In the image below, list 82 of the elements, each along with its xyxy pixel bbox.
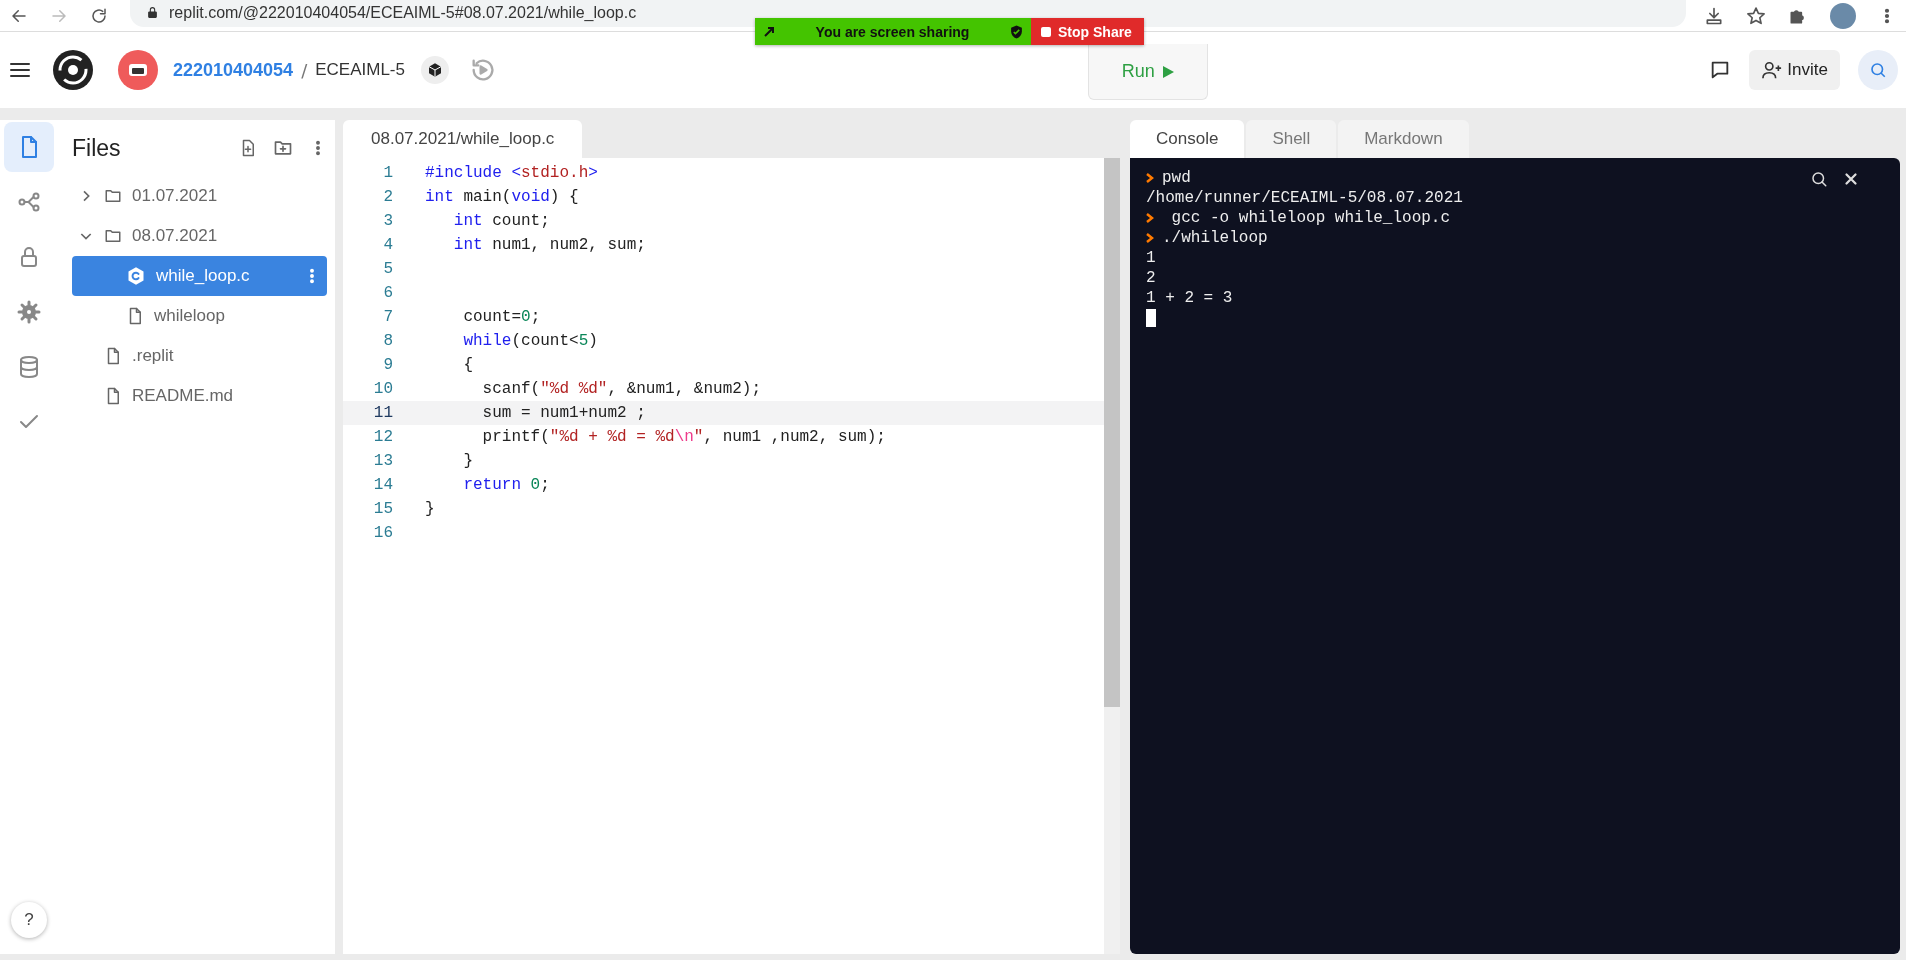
username-link[interactable]: 222010404054: [173, 59, 294, 81]
line-number: 16: [372, 524, 393, 542]
play-icon: [1160, 64, 1175, 79]
line-number: 11: [372, 404, 393, 422]
folder-icon: [104, 227, 122, 245]
panel-tab[interactable]: Shell: [1246, 120, 1337, 158]
repl-name[interactable]: ECEAIML-5: [315, 60, 405, 80]
line-number: 8: [382, 332, 393, 350]
line-number: 5: [382, 260, 393, 278]
code-line: #include <stdio.h>: [425, 164, 598, 182]
folder-icon: [104, 187, 122, 205]
search-button[interactable]: [1858, 50, 1898, 90]
file-tab[interactable]: [4, 122, 54, 172]
stop-share-button[interactable]: Stop Share: [1031, 18, 1144, 45]
cube-icon[interactable]: [420, 56, 449, 84]
code-line: int main(void) {: [425, 188, 579, 206]
file-tree-item[interactable]: 01.07.2021: [72, 176, 327, 216]
code-line: while(count<5): [462, 332, 598, 350]
prompt-chevron-icon: [1146, 173, 1154, 183]
download-icon[interactable]: [1704, 5, 1724, 26]
branch-icon: [17, 190, 41, 214]
robot-avatar[interactable]: [118, 50, 158, 90]
path-separator: /: [301, 59, 308, 81]
code-line: sum = num1+num2 ;: [481, 404, 646, 422]
text-cursor: [1146, 309, 1156, 327]
line-number: 7: [382, 308, 393, 326]
star-icon[interactable]: [1746, 5, 1766, 26]
panel-title: Files: [72, 134, 122, 162]
settings-icon: [17, 300, 41, 324]
file-tree-item[interactable]: while_loop.c: [72, 256, 327, 296]
code-line: int num1, num2, sum;: [452, 236, 646, 254]
code-line: int count;: [452, 212, 550, 230]
console-output: 2: [1146, 269, 1156, 287]
code-line: {: [462, 356, 473, 374]
line-number: 1: [382, 164, 393, 182]
code-line: return 0;: [462, 476, 550, 494]
code-line: printf("%d + %d = %d\n", num1 ,num2, sum);: [481, 428, 886, 446]
scrollbar[interactable]: [1104, 158, 1120, 954]
close-icon[interactable]: [1842, 170, 1860, 188]
screen-share-banner: You are screen sharing: [755, 18, 1031, 45]
code-line: }: [425, 500, 435, 518]
code-line: count=0;: [462, 308, 541, 326]
add-person-icon: [1761, 60, 1784, 80]
console-output: 1: [1146, 249, 1156, 267]
panel-tab[interactable]: Console: [1130, 120, 1245, 158]
line-number: 10: [372, 380, 393, 398]
lock-icon: [146, 6, 159, 19]
invite-button[interactable]: Invite: [1749, 50, 1840, 90]
run-button[interactable]: Run: [1088, 44, 1209, 100]
panel-tab[interactable]: Markdown: [1338, 120, 1469, 158]
search-icon[interactable]: [1810, 170, 1828, 188]
new-folder-icon[interactable]: [273, 138, 293, 158]
line-number: 4: [382, 236, 393, 254]
c-file-icon: [126, 266, 146, 286]
line-number: 13: [372, 452, 393, 470]
line-number: 9: [382, 356, 393, 374]
file-tree-item[interactable]: whileloop: [72, 296, 327, 336]
swirl-logo-icon[interactable]: [52, 49, 94, 91]
file-tree-item[interactable]: 08.07.2021: [72, 216, 327, 256]
code-line: scanf("%d %d", &num1, &num2);: [481, 380, 762, 398]
address-bar[interactable]: replit.com/@222010404054/ECEAIML-5#08.07.2021/while_loop.c: [130, 0, 1686, 27]
url-text: replit.com/@222010404054/ECEAIML-5#08.07.2021/while_loop.c: [169, 3, 637, 22]
console-command: gcc -o whileloop while_loop.c: [1170, 209, 1451, 227]
console-command: pwd: [1162, 169, 1191, 187]
line-number: 3: [382, 212, 393, 230]
profile-avatar[interactable]: [1830, 2, 1856, 29]
editor-tab[interactable]: 08.07.2021/while_loop.c: [343, 120, 583, 158]
line-number: 14: [372, 476, 393, 494]
database-icon: [17, 355, 41, 379]
code-line: }: [462, 452, 473, 470]
console-command: ./whileloop: [1162, 229, 1268, 247]
line-number: 15: [372, 500, 393, 518]
console-output: /home/runner/ECEAIML-5/08.07.2021: [1146, 189, 1463, 207]
line-number: 2: [382, 188, 393, 206]
line-number: 6: [382, 284, 393, 302]
file-tree-item[interactable]: .replit: [72, 336, 327, 376]
console-output: 1 + 2 = 3: [1146, 289, 1233, 307]
file-tree-item[interactable]: README.md: [72, 376, 327, 416]
help-button[interactable]: ?: [11, 902, 47, 938]
line-number: 12: [372, 428, 393, 446]
reload-icon[interactable]: [90, 6, 108, 25]
search-icon: [1869, 61, 1887, 79]
